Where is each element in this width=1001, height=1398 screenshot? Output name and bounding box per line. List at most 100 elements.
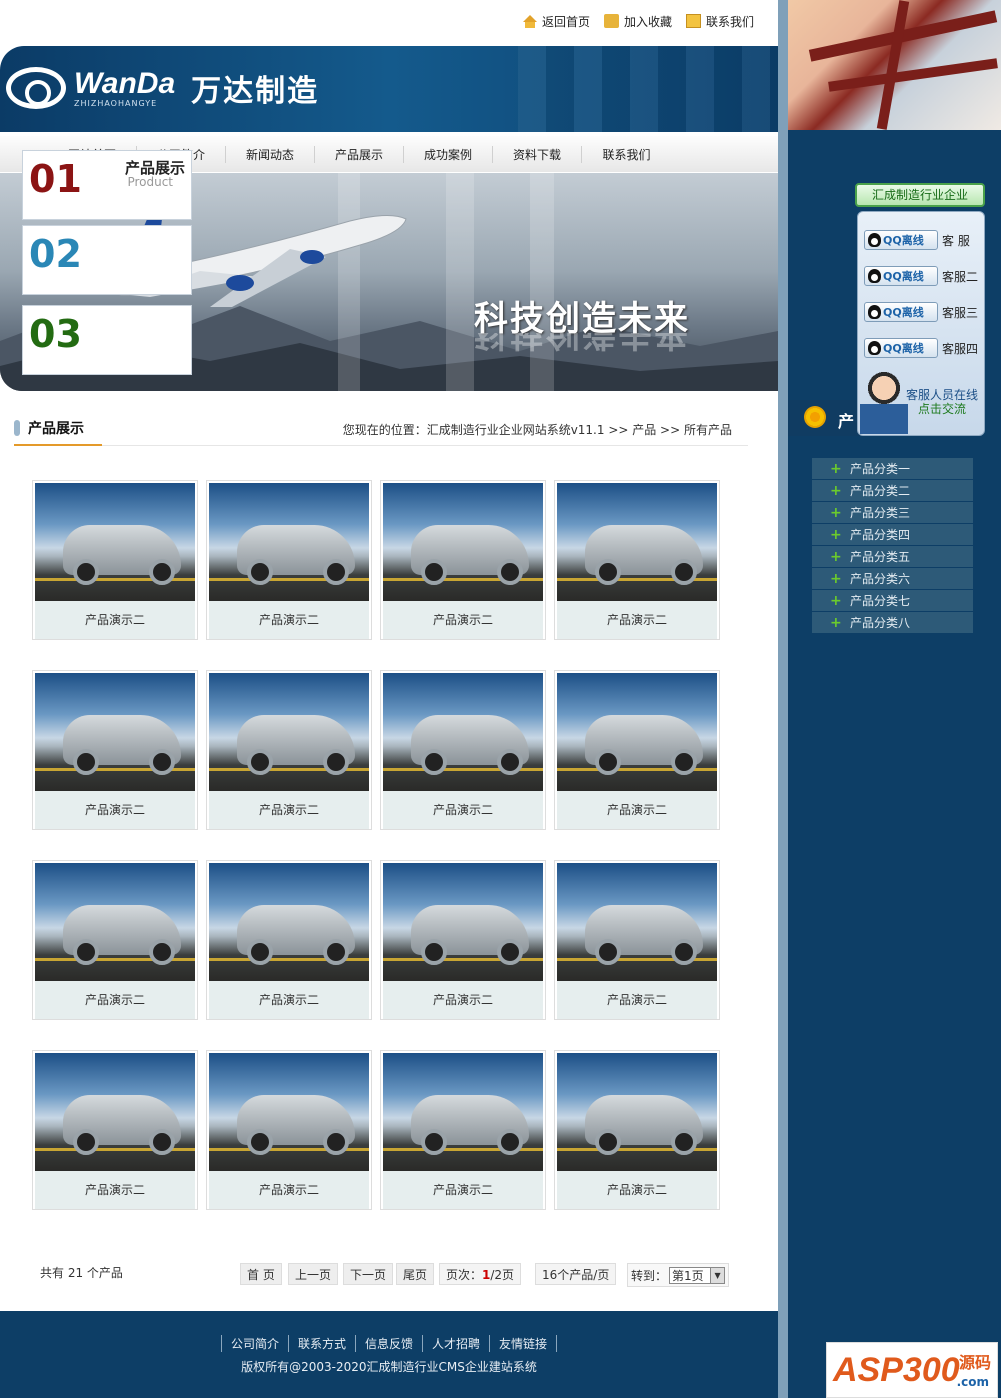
product-card[interactable]: 产品演示二 bbox=[554, 1050, 720, 1210]
category-item[interactable]: + 产品分类一 bbox=[812, 458, 973, 480]
product-card[interactable]: 产品演示二 bbox=[32, 1050, 198, 1210]
nav-item-downloads[interactable]: 资料下载 bbox=[493, 145, 582, 163]
footer-link-feedback[interactable]: 信息反馈 bbox=[354, 1335, 422, 1352]
product-card[interactable]: 产品演示二 bbox=[206, 480, 372, 640]
product-image[interactable] bbox=[35, 673, 195, 791]
card-english: Product bbox=[127, 175, 173, 189]
product-card[interactable]: 产品演示二 bbox=[206, 1050, 372, 1210]
qq-button[interactable]: QQ离线 bbox=[864, 266, 938, 286]
category-item[interactable]: + 产品分类四 bbox=[812, 524, 973, 546]
site-logo[interactable]: WanDa ZHIZHAOHANGYE 万达制造 bbox=[6, 66, 319, 110]
product-name[interactable]: 产品演示二 bbox=[209, 1171, 369, 1209]
category-item[interactable]: + 产品分类八 bbox=[812, 612, 973, 634]
product-image[interactable] bbox=[383, 483, 543, 601]
footer-link-friends[interactable]: 友情链接 bbox=[489, 1335, 558, 1352]
product-image[interactable] bbox=[209, 863, 369, 981]
product-card[interactable]: 产品演示二 bbox=[380, 1050, 546, 1210]
footer-link-contact[interactable]: 联系方式 bbox=[287, 1335, 355, 1352]
total-pages: /2页 bbox=[490, 1268, 515, 1282]
qq-button-label: QQ离线 bbox=[883, 270, 924, 283]
product-name[interactable]: 产品演示二 bbox=[383, 1171, 543, 1209]
product-card[interactable]: 产品演示二 bbox=[554, 860, 720, 1020]
footer-link-about[interactable]: 公司简介 bbox=[220, 1335, 288, 1352]
prev-page-button[interactable]: 上一页 bbox=[288, 1263, 339, 1285]
footer-link-jobs[interactable]: 人才招聘 bbox=[422, 1335, 489, 1352]
product-image[interactable] bbox=[209, 673, 369, 791]
product-name[interactable]: 产品演示二 bbox=[35, 601, 195, 639]
product-name[interactable]: 产品演示二 bbox=[209, 601, 369, 639]
product-image[interactable] bbox=[557, 863, 717, 981]
banner-slogan-reflection: 科技创造未来 bbox=[474, 333, 690, 353]
product-image[interactable] bbox=[35, 483, 195, 601]
category-label: 产品分类二 bbox=[850, 483, 911, 498]
agent-online-text: 客服人员在线 bbox=[906, 388, 979, 402]
wheel bbox=[247, 939, 273, 965]
section-title-text: 产品展示 bbox=[28, 421, 84, 437]
feature-card-3[interactable]: 03 bbox=[22, 305, 192, 375]
product-image[interactable] bbox=[209, 1053, 369, 1171]
product-image[interactable] bbox=[383, 673, 543, 791]
product-name[interactable]: 产品演示二 bbox=[383, 981, 543, 1019]
qq-button[interactable]: QQ离线 bbox=[864, 338, 938, 358]
watermark-logo: ASP300 源码 .com bbox=[826, 1342, 998, 1398]
product-image[interactable] bbox=[35, 1053, 195, 1171]
product-name[interactable]: 产品演示二 bbox=[557, 791, 717, 829]
product-name[interactable]: 产品演示二 bbox=[383, 601, 543, 639]
favorite-link[interactable]: 加入收藏 bbox=[603, 13, 672, 30]
category-item[interactable]: + 产品分类六 bbox=[812, 568, 973, 590]
product-card[interactable]: 产品演示二 bbox=[380, 480, 546, 640]
page-indicator: 页次：1/2页 bbox=[439, 1263, 522, 1285]
product-card[interactable]: 产品演示二 bbox=[380, 670, 546, 830]
feature-card-2[interactable]: 02 bbox=[22, 225, 192, 295]
product-card[interactable]: 产品演示二 bbox=[32, 860, 198, 1020]
wheel bbox=[421, 1129, 447, 1155]
product-image[interactable] bbox=[557, 483, 717, 601]
wheel bbox=[671, 559, 697, 585]
home-link[interactable]: 返回首页 bbox=[522, 13, 590, 30]
category-item[interactable]: + 产品分类五 bbox=[812, 546, 973, 568]
product-name[interactable]: 产品演示二 bbox=[209, 981, 369, 1019]
product-card[interactable]: 产品演示二 bbox=[380, 860, 546, 1020]
product-name[interactable]: 产品演示二 bbox=[35, 981, 195, 1019]
product-image[interactable] bbox=[557, 1053, 717, 1171]
qq-button[interactable]: QQ离线 bbox=[864, 230, 938, 250]
qq-row: QQ离线 客服二 bbox=[864, 264, 984, 288]
nav-item-cases[interactable]: 成功案例 bbox=[404, 145, 493, 163]
product-card[interactable]: 产品演示二 bbox=[554, 480, 720, 640]
wheel bbox=[497, 559, 523, 585]
next-page-button[interactable]: 下一页 bbox=[343, 1263, 394, 1285]
last-page-button[interactable]: 尾页 bbox=[396, 1263, 435, 1285]
nav-item-news[interactable]: 新闻动态 bbox=[226, 145, 315, 163]
nav-item-products[interactable]: 产品展示 bbox=[315, 145, 404, 163]
product-card[interactable]: 产品演示二 bbox=[32, 670, 198, 830]
contact-link[interactable]: 联系我们 bbox=[685, 13, 754, 30]
product-name[interactable]: 产品演示二 bbox=[383, 791, 543, 829]
product-name[interactable]: 产品演示二 bbox=[35, 1171, 195, 1209]
product-name[interactable]: 产品演示二 bbox=[557, 1171, 717, 1209]
logo-mark-icon bbox=[6, 67, 66, 109]
product-card[interactable]: 产品演示二 bbox=[554, 670, 720, 830]
feature-card-1[interactable]: 01 产品展示 Product bbox=[22, 150, 192, 220]
product-name[interactable]: 产品演示二 bbox=[557, 981, 717, 1019]
category-item[interactable]: + 产品分类二 bbox=[812, 480, 973, 502]
product-name[interactable]: 产品演示二 bbox=[209, 791, 369, 829]
product-image[interactable] bbox=[383, 1053, 543, 1171]
product-image[interactable] bbox=[35, 863, 195, 981]
first-page-button[interactable]: 首 页 bbox=[240, 1263, 282, 1285]
qq-button[interactable]: QQ离线 bbox=[864, 302, 938, 322]
product-image[interactable] bbox=[383, 863, 543, 981]
product-image[interactable] bbox=[557, 673, 717, 791]
nav-item-contact[interactable]: 联系我们 bbox=[582, 146, 671, 163]
product-image[interactable] bbox=[209, 483, 369, 601]
agent-online-link[interactable]: 客服人员在线 点击交流 bbox=[906, 388, 978, 416]
category-label: 产品分类六 bbox=[850, 571, 911, 586]
category-item[interactable]: + 产品分类三 bbox=[812, 502, 973, 524]
qq-panel-title: 汇成制造行业企业 bbox=[855, 183, 985, 207]
product-name[interactable]: 产品演示二 bbox=[35, 791, 195, 829]
product-card[interactable]: 产品演示二 bbox=[32, 480, 198, 640]
page-select[interactable]: 第1页 ▼ bbox=[669, 1266, 726, 1284]
product-name[interactable]: 产品演示二 bbox=[557, 601, 717, 639]
product-card[interactable]: 产品演示二 bbox=[206, 670, 372, 830]
category-item[interactable]: + 产品分类七 bbox=[812, 590, 973, 612]
product-card[interactable]: 产品演示二 bbox=[206, 860, 372, 1020]
